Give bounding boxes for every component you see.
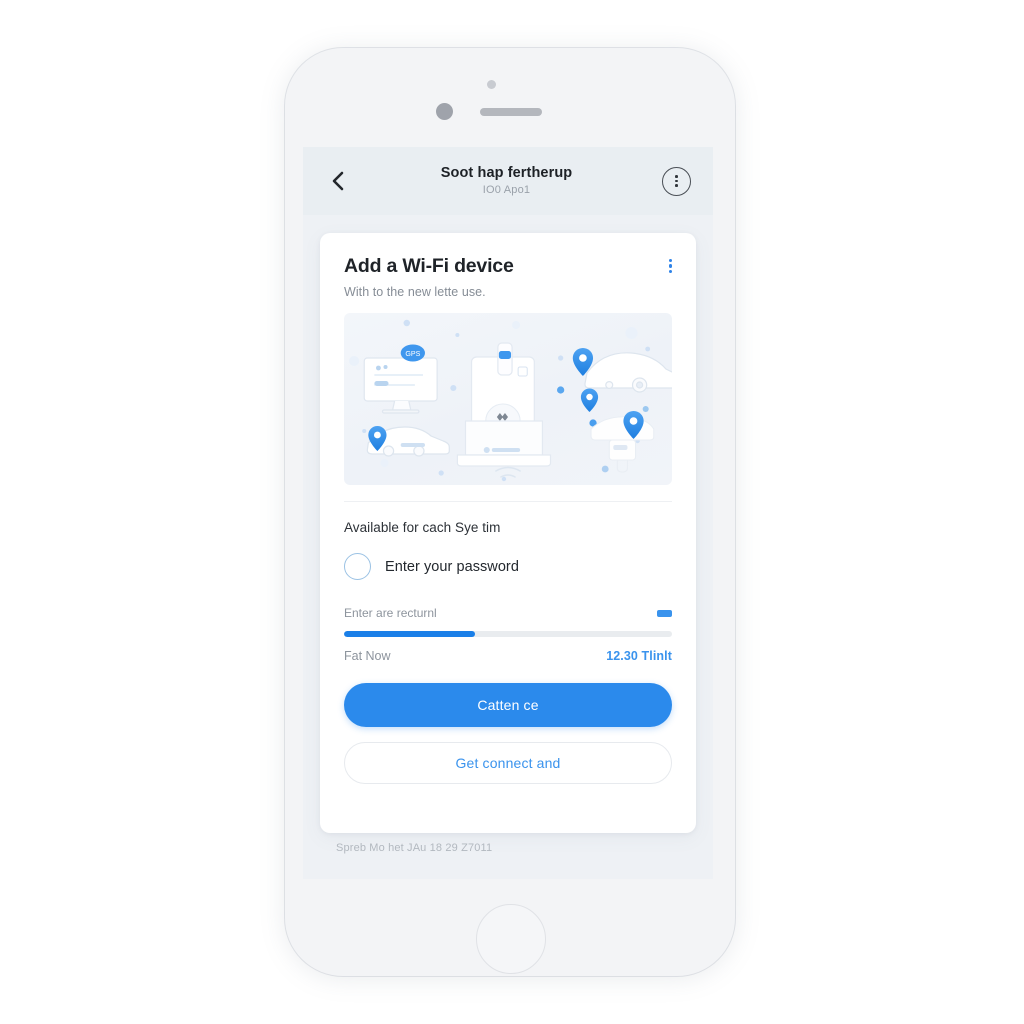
card-title: Add a Wi-Fi device [344, 255, 514, 277]
location-pin [580, 388, 599, 413]
back-button[interactable] [325, 168, 351, 194]
progress-caption: Enter are recturnl [344, 606, 437, 621]
progress-block: Enter are recturnl Fat Now 12.30 Tlinlt [344, 606, 672, 663]
add-device-card: Add a Wi-Fi device With to the new lette… [320, 233, 696, 833]
footer-text: Spreb Mo het JAu 18 29 Z7011 [336, 842, 493, 854]
card-subtitle: With to the new lette use. [344, 285, 486, 300]
password-option-row[interactable]: Enter your password [344, 553, 672, 581]
kebab-menu-icon [668, 259, 672, 273]
primary-action-button[interactable]: Catten ce [344, 683, 672, 728]
header-titles: Soot hap fertherup IO0 Apo1 [357, 165, 656, 197]
earpiece-speaker [480, 108, 542, 116]
chevron-left-icon [332, 171, 344, 191]
password-radio-button[interactable] [344, 553, 371, 581]
card-heading-row: Add a Wi-Fi device [344, 255, 672, 277]
progress-value-label: 12.30 Tlinlt [606, 649, 672, 664]
page-subtitle: IO0 Apo1 [482, 184, 531, 197]
progress-bar-fill [344, 631, 476, 638]
progress-bar[interactable] [344, 631, 672, 638]
kebab-menu-icon [675, 174, 678, 188]
progress-bottom-row: Fat Now 12.30 Tlinlt [344, 649, 672, 663]
progress-top-row: Enter are recturnl [344, 606, 672, 620]
device-indicator [498, 351, 512, 360]
app-header: Soot hap fertherup IO0 Apo1 [303, 147, 713, 215]
phone-device-frame: Soot hap fertherup IO0 Apo1 Add a Wi-Fi … [285, 48, 735, 976]
screen-footer: Spreb Mo het JAu 18 29 Z7011 [303, 817, 713, 879]
page-title: Soot hap fertherup [440, 164, 573, 181]
proximity-sensor-icon [487, 80, 496, 89]
connected-devices-illustration: GPS [344, 313, 672, 486]
gps-badge: GPS [400, 344, 425, 362]
progress-status-label: Fat Now [344, 649, 391, 664]
availability-label: Available for cach Sye tim [344, 520, 501, 536]
card-divider [344, 501, 672, 503]
content-area: Add a Wi-Fi device With to the new lette… [303, 215, 713, 879]
card-overflow-menu-button[interactable] [668, 259, 672, 273]
svg-text:GPS: GPS [405, 351, 420, 358]
front-camera-icon [436, 103, 453, 120]
phone-top-bezel [285, 48, 735, 148]
phone-screen: Soot hap fertherup IO0 Apo1 Add a Wi-Fi … [303, 147, 713, 879]
password-option-label: Enter your password [385, 558, 519, 575]
secondary-action-button[interactable]: Get connect and [344, 742, 672, 785]
home-button[interactable] [476, 904, 546, 974]
header-overflow-menu-button[interactable] [662, 166, 691, 196]
progress-badge [657, 609, 672, 617]
